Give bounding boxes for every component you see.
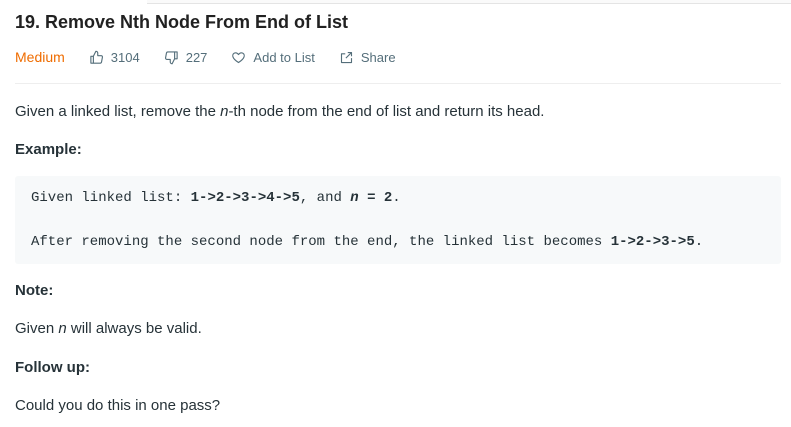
note-n-variable: n — [58, 320, 67, 337]
note-heading: Note: — [15, 282, 54, 299]
note-text: Given n will always be valid. — [15, 320, 202, 337]
difficulty-badge: Medium — [15, 49, 65, 65]
share-label: Share — [360, 49, 396, 65]
example-heading: Example: — [15, 141, 82, 158]
dislike-count: 227 — [185, 49, 208, 65]
thumbs-up-icon — [90, 50, 103, 64]
dislike-button[interactable]: 227 — [164, 49, 208, 65]
example-input-list: 1->2->3->4->5 — [190, 190, 300, 206]
heart-icon — [232, 51, 246, 63]
note-text-end: will always be valid. — [66, 320, 202, 337]
example-n-variable: n — [350, 190, 359, 206]
example-n-value: = 2 — [358, 190, 393, 206]
share-button[interactable]: Share — [339, 50, 396, 65]
statement-text-start: Given a linked list, remove the — [15, 103, 221, 120]
example-input-end: . — [392, 190, 401, 206]
header-divider — [15, 83, 781, 84]
example-output-end: . — [694, 234, 704, 250]
share-icon — [340, 51, 352, 63]
problem-statement: Given a linked list, remove the n-th nod… — [15, 103, 544, 120]
follow-up-heading: Follow up: — [15, 359, 90, 376]
top-panel-edge — [147, 0, 791, 4]
add-to-list-button[interactable]: Add to List — [231, 49, 315, 65]
example-output-prefix: After removing the second node from the … — [31, 234, 611, 250]
example-code-block: Given linked list: 1->2->3->4->5, and n … — [15, 176, 781, 264]
follow-up-text: Could you do this in one pass? — [15, 397, 221, 414]
add-to-list-label: Add to List — [253, 49, 315, 65]
statement-text-end: -th node from the end of list and return… — [228, 103, 545, 120]
problem-meta-bar: Medium 3104 227 Add to List Share — [15, 48, 420, 66]
like-button[interactable]: 3104 — [89, 50, 140, 65]
thumbs-down-icon — [164, 50, 178, 64]
example-output-list: 1->2->3->5 — [610, 234, 695, 250]
example-input-line: Given linked list: 1->2->3->4->5, and n … — [31, 190, 401, 206]
example-input-prefix: Given linked list: — [31, 190, 191, 206]
example-input-mid: , and — [299, 190, 351, 206]
note-text-start: Given — [15, 320, 59, 337]
like-count: 3104 — [110, 49, 140, 65]
example-output-line: After removing the second node from the … — [31, 234, 703, 250]
problem-title: 19. Remove Nth Node From End of List — [15, 12, 349, 32]
